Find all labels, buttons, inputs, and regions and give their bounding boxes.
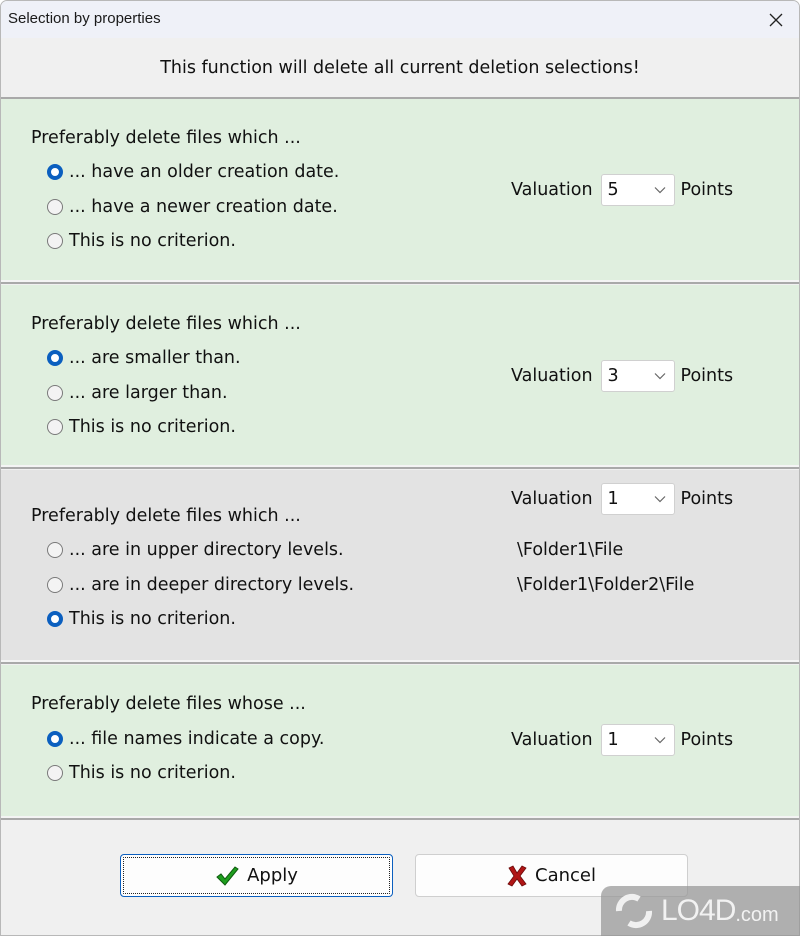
radio-older-creation-date[interactable]: ... have an older creation date. bbox=[47, 162, 339, 182]
panel-file-size: Preferably delete files which ... ... ar… bbox=[1, 285, 799, 469]
radio-label: ... are in upper directory levels. bbox=[69, 540, 344, 560]
radio-names-indicate-copy[interactable]: ... file names indicate a copy. bbox=[47, 729, 324, 749]
radio-label: ... are in deeper directory levels. bbox=[69, 575, 355, 595]
radio-label: This is no criterion. bbox=[69, 609, 236, 629]
radio-label: ... have an older creation date. bbox=[69, 162, 340, 182]
example-path-deeper: \Folder1\Folder2\File bbox=[517, 575, 695, 595]
valuation-value: 1 bbox=[607, 489, 619, 509]
radio-label: ... have a newer creation date. bbox=[69, 197, 338, 217]
radio-no-criterion[interactable]: This is no criterion. bbox=[47, 763, 236, 783]
chevron-down-icon bbox=[654, 496, 665, 503]
radio-button[interactable] bbox=[47, 350, 63, 366]
points-label: Points bbox=[680, 180, 734, 200]
chevron-down-icon bbox=[654, 373, 665, 380]
radio-button[interactable] bbox=[47, 731, 63, 747]
valuation-control: Valuation 1 Points bbox=[511, 483, 733, 515]
valuation-dropdown[interactable]: 5 bbox=[600, 174, 675, 206]
radio-upper-directory-levels[interactable]: ... are in upper directory levels. bbox=[47, 540, 344, 560]
checkmark-icon bbox=[216, 865, 239, 886]
watermark-suffix: .com bbox=[735, 903, 779, 926]
example-path-upper: \Folder1\File bbox=[517, 540, 624, 560]
radio-button[interactable] bbox=[47, 385, 63, 401]
valuation-label: Valuation bbox=[511, 180, 593, 200]
radio-deeper-directory-levels[interactable]: ... are in deeper directory levels. bbox=[47, 575, 354, 595]
close-icon bbox=[769, 13, 783, 26]
radio-smaller-than[interactable]: ... are smaller than. bbox=[47, 348, 241, 368]
panel-heading: Preferably delete files which ... bbox=[31, 506, 301, 526]
panel-file-names: Preferably delete files whose ... ... fi… bbox=[1, 665, 799, 820]
points-label: Points bbox=[680, 366, 734, 386]
valuation-value: 5 bbox=[607, 180, 619, 200]
radio-button[interactable] bbox=[47, 577, 63, 593]
warning-notice: This function will delete all current de… bbox=[1, 38, 799, 99]
valuation-label: Valuation bbox=[511, 366, 593, 386]
window-title: Selection by properties bbox=[8, 10, 161, 27]
radio-button[interactable] bbox=[47, 542, 63, 558]
valuation-value: 3 bbox=[607, 366, 619, 386]
valuation-control: Valuation 1 Points bbox=[511, 724, 733, 756]
cancel-label: Cancel bbox=[535, 865, 596, 886]
valuation-control: Valuation 5 Points bbox=[511, 174, 733, 206]
panel-creation-date: Preferably delete files which ... ... ha… bbox=[1, 99, 799, 284]
x-icon bbox=[507, 864, 527, 887]
panel-directory-levels: Valuation 1 Points Preferably delete fil… bbox=[1, 470, 799, 664]
radio-button[interactable] bbox=[47, 611, 63, 627]
valuation-control: Valuation 3 Points bbox=[511, 360, 733, 392]
valuation-label: Valuation bbox=[511, 730, 593, 750]
dialog-window: Selection by properties This function wi… bbox=[0, 0, 800, 936]
chevron-down-icon bbox=[654, 737, 665, 744]
refresh-logo-icon bbox=[615, 893, 653, 929]
radio-button[interactable] bbox=[47, 233, 63, 249]
apply-button[interactable]: Apply bbox=[120, 854, 393, 897]
chevron-down-icon bbox=[654, 187, 665, 194]
radio-label: ... are smaller than. bbox=[69, 348, 241, 368]
panel-heading: Preferably delete files whose ... bbox=[31, 694, 306, 714]
radio-no-criterion[interactable]: This is no criterion. bbox=[47, 231, 236, 251]
radio-newer-creation-date[interactable]: ... have a newer creation date. bbox=[47, 197, 338, 217]
radio-larger-than[interactable]: ... are larger than. bbox=[47, 383, 228, 403]
radio-button[interactable] bbox=[47, 199, 63, 215]
radio-label: ... are larger than. bbox=[69, 383, 228, 403]
watermark-logo: LO4D .com bbox=[601, 886, 800, 936]
radio-label: This is no criterion. bbox=[69, 231, 236, 251]
radio-label: This is no criterion. bbox=[69, 417, 236, 437]
panel-heading: Preferably delete files which ... bbox=[31, 314, 301, 334]
points-label: Points bbox=[680, 489, 734, 509]
watermark-text: LO4D bbox=[661, 894, 736, 927]
valuation-dropdown[interactable]: 1 bbox=[600, 724, 675, 756]
valuation-dropdown[interactable]: 3 bbox=[600, 360, 675, 392]
valuation-label: Valuation bbox=[511, 489, 593, 509]
apply-label: Apply bbox=[247, 865, 298, 886]
title-bar: Selection by properties bbox=[1, 1, 799, 38]
radio-label: This is no criterion. bbox=[69, 763, 236, 783]
radio-button[interactable] bbox=[47, 164, 63, 180]
radio-no-criterion[interactable]: This is no criterion. bbox=[47, 417, 236, 437]
radio-button[interactable] bbox=[47, 765, 63, 781]
close-button[interactable] bbox=[753, 1, 799, 38]
radio-label: ... file names indicate a copy. bbox=[69, 729, 325, 749]
radio-no-criterion[interactable]: This is no criterion. bbox=[47, 609, 236, 629]
valuation-value: 1 bbox=[607, 730, 619, 750]
panel-heading: Preferably delete files which ... bbox=[31, 128, 301, 148]
radio-button[interactable] bbox=[47, 419, 63, 435]
valuation-dropdown[interactable]: 1 bbox=[600, 483, 675, 515]
points-label: Points bbox=[680, 730, 734, 750]
